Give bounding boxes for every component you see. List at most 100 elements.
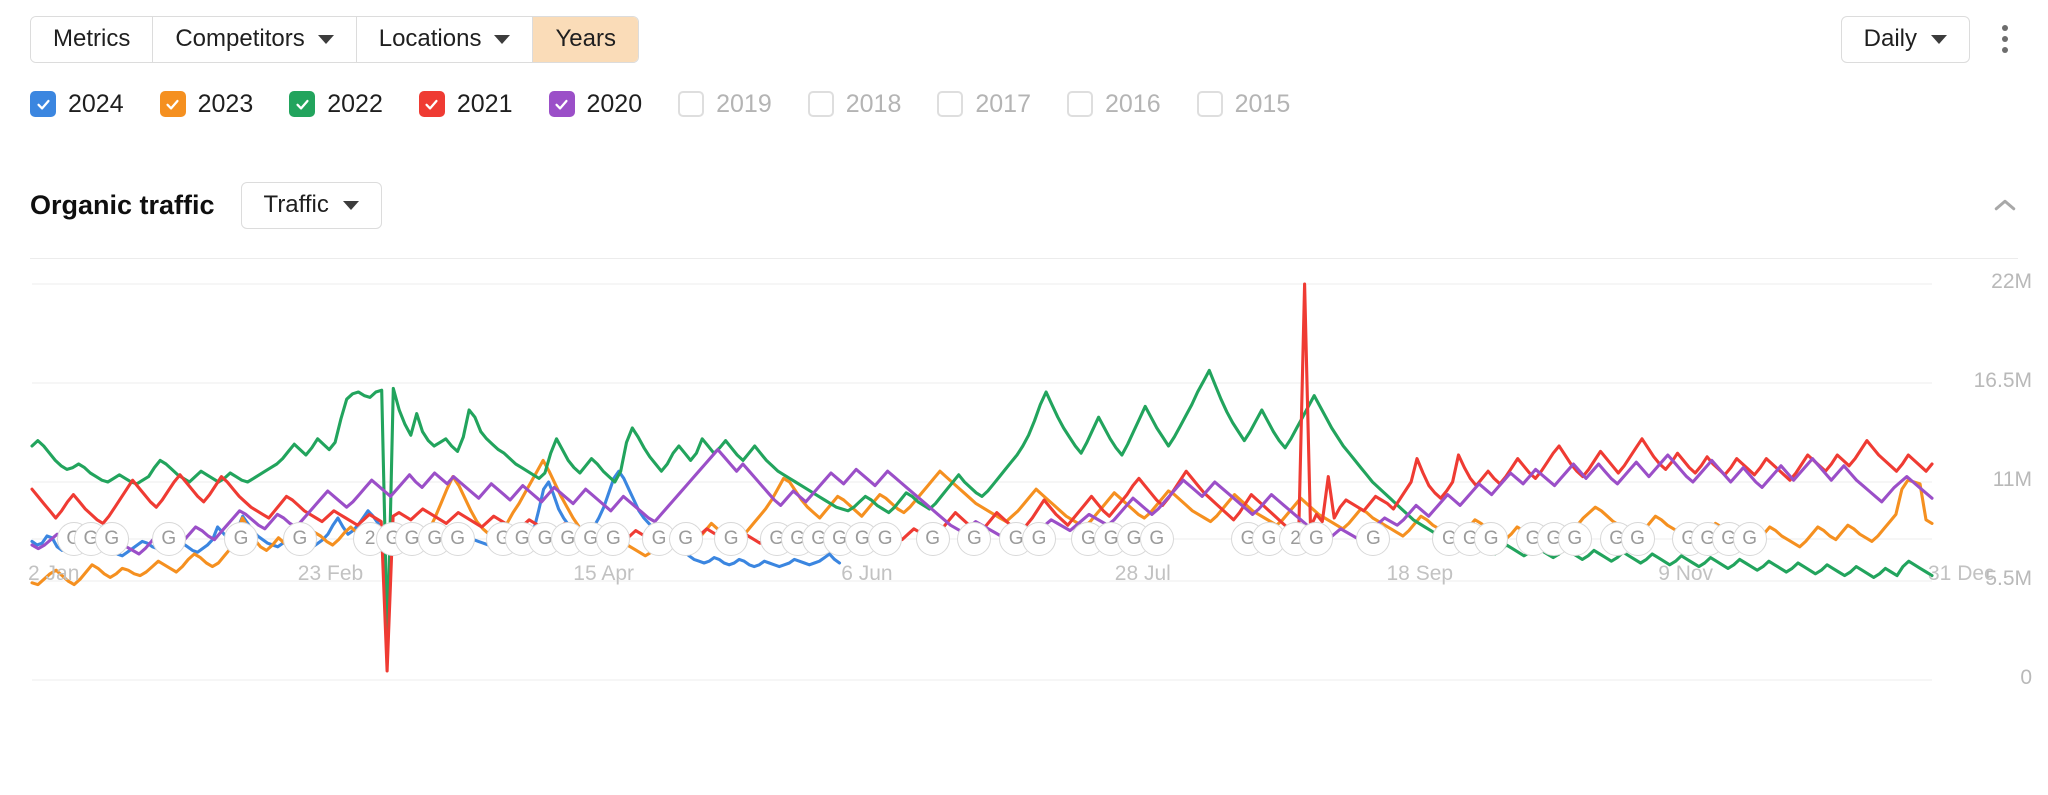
- x-axis-tick-label: 18 Sep: [1386, 562, 1454, 585]
- algorithm-update-marker-label: G: [1630, 528, 1645, 549]
- algorithm-update-marker[interactable]: G: [151, 522, 186, 556]
- algorithm-update-marker-label: G: [606, 528, 621, 549]
- y-axis-tick-label: 11M: [1992, 468, 2032, 491]
- chevron-down-icon: [1931, 34, 1947, 44]
- year-label: 2024: [68, 89, 124, 118]
- algorithm-update-marker-label: G: [877, 528, 893, 549]
- chart-toolbar: Metrics Competitors Locations Years Daily: [0, 0, 2048, 78]
- algorithm-update-marker[interactable]: G: [440, 522, 475, 556]
- year-checkbox-2020[interactable]: 2020: [548, 89, 643, 119]
- algorithm-update-marker[interactable]: G: [1474, 522, 1509, 556]
- algorithm-update-marker[interactable]: G: [1139, 522, 1174, 556]
- filter-tab-label: Metrics: [53, 25, 131, 52]
- algorithm-update-marker-label: G: [651, 528, 667, 549]
- algorithm-update-marker[interactable]: G: [714, 522, 749, 556]
- checkbox-unchecked-icon[interactable]: [937, 91, 964, 117]
- algorithm-update-marker[interactable]: G: [668, 522, 703, 556]
- collapse-section-button[interactable]: [1988, 188, 2022, 222]
- checkbox-unchecked-icon[interactable]: [678, 91, 705, 117]
- section-divider: [30, 258, 2018, 259]
- x-axis-tick-label: 23 Feb: [297, 562, 364, 585]
- algorithm-update-marker-label: G: [723, 528, 739, 549]
- section-header: Organic traffic Traffic: [0, 164, 2048, 246]
- more-options-button[interactable]: [1988, 19, 2022, 59]
- checkbox-checked-icon[interactable]: [289, 91, 316, 117]
- algorithm-update-marker-label: G: [104, 528, 120, 549]
- granularity-label: Daily: [1863, 25, 1917, 52]
- year-label: 2019: [716, 89, 772, 118]
- page-title: Organic traffic: [30, 189, 215, 220]
- year-checkbox-2015[interactable]: 2015: [1196, 89, 1291, 119]
- algorithm-update-marker[interactable]: G: [1732, 522, 1767, 556]
- algorithm-update-marker[interactable]: G: [868, 522, 903, 556]
- algorithm-update-marker-label: G: [450, 528, 465, 549]
- algorithm-update-marker-label: G: [233, 528, 249, 549]
- checkbox-unchecked-icon[interactable]: [807, 91, 834, 117]
- checkbox-unchecked-icon[interactable]: [1196, 91, 1223, 117]
- algorithm-update-marker[interactable]: G: [915, 522, 950, 556]
- algorithm-update-marker-label: G: [1483, 528, 1499, 549]
- filter-segmented-control: Metrics Competitors Locations Years: [30, 15, 639, 63]
- metric-dropdown-label: Traffic: [263, 191, 329, 218]
- year-checkbox-2023[interactable]: 2023: [159, 89, 254, 119]
- year-label: 2017: [975, 89, 1031, 118]
- x-axis-tick-label: 2 Jan: [28, 562, 80, 585]
- filter-tab-competitors[interactable]: Competitors: [153, 16, 357, 62]
- algorithm-update-marker-label: G: [1261, 528, 1277, 549]
- algorithm-update-marker[interactable]: G: [224, 522, 258, 556]
- x-axis-tick-label: 31 Dec: [1928, 562, 1995, 585]
- year-label: 2020: [586, 89, 643, 118]
- algorithm-update-marker[interactable]: G: [1557, 522, 1592, 556]
- year-checkbox-2017[interactable]: 2017: [937, 90, 1031, 119]
- algorithm-update-marker-label: G: [1742, 528, 1757, 549]
- x-axis-tick-label: 6 Jun: [841, 562, 893, 585]
- algorithm-update-marker-label: G: [678, 528, 693, 549]
- filter-tab-years[interactable]: Years: [533, 16, 638, 62]
- checkbox-checked-icon[interactable]: [548, 91, 575, 117]
- organic-traffic-chart: 22M 16.5M 11M 5.5M 0 2 Jan 23 Feb 15 Apr 6 Jun 2…: [0, 262, 2048, 795]
- checkbox-checked-icon[interactable]: [159, 91, 186, 117]
- year-label: 2022: [327, 89, 383, 118]
- year-checkbox-2024[interactable]: 2024: [30, 90, 124, 119]
- year-checkbox-2018[interactable]: 2018: [807, 89, 902, 119]
- kebab-dot: [2002, 25, 2008, 31]
- algorithm-update-marker-label: G: [1031, 528, 1047, 549]
- checkbox-unchecked-icon[interactable]: [1067, 91, 1093, 117]
- chevron-up-icon: [1994, 199, 2016, 211]
- algorithm-update-marker[interactable]: G: [1022, 522, 1056, 556]
- x-axis-tick-label: 15 Apr: [573, 562, 635, 585]
- toolbar-right-actions: Daily: [1840, 15, 2048, 63]
- metric-dropdown[interactable]: Traffic: [240, 181, 382, 229]
- algorithm-update-marker-label: G: [925, 528, 940, 549]
- algorithm-update-marker-label: G: [1149, 528, 1165, 549]
- checkbox-checked-icon[interactable]: [418, 91, 445, 117]
- chevron-down-icon: [317, 34, 334, 44]
- y-axis-tick-label: 0: [2020, 666, 2032, 689]
- algorithm-update-marker[interactable]: G: [1620, 522, 1655, 556]
- checkbox-checked-icon[interactable]: [30, 91, 56, 117]
- year-filter-row: 2024 2023 2022 2021 2020 2019 2018 2017 2016 2015: [0, 78, 2048, 130]
- year-label: 2023: [197, 89, 254, 118]
- series-line-2021: [30, 282, 1934, 673]
- filter-tab-label: Locations: [378, 25, 482, 52]
- algorithm-update-marker[interactable]: G: [94, 522, 129, 556]
- year-checkbox-2019[interactable]: 2019: [678, 90, 772, 119]
- algorithm-update-marker[interactable]: G: [282, 522, 317, 556]
- filter-tab-metrics[interactable]: Metrics: [31, 16, 154, 62]
- y-axis-tick-label: 16.5M: [1973, 369, 2032, 392]
- chevron-down-icon: [494, 34, 511, 44]
- organic-traffic-panel: Metrics Competitors Locations Years Daily 2…: [0, 0, 2048, 795]
- year-label: 2018: [845, 89, 902, 118]
- algorithm-update-marker-label: G: [161, 528, 177, 549]
- year-label: 2015: [1234, 89, 1291, 118]
- x-axis-tick-label: 28 Jul: [1114, 562, 1171, 585]
- year-checkbox-2016[interactable]: 2016: [1067, 90, 1161, 119]
- filter-tab-label: Years: [555, 25, 616, 52]
- x-axis-tick-label: 9 Nov: [1658, 562, 1714, 585]
- algorithm-update-marker-label: 2: [364, 528, 376, 549]
- filter-tab-locations[interactable]: Locations: [356, 16, 534, 62]
- granularity-dropdown[interactable]: Daily: [1840, 15, 1970, 63]
- year-checkbox-2022[interactable]: 2022: [289, 90, 383, 119]
- kebab-dot: [2002, 36, 2008, 42]
- year-checkbox-2021[interactable]: 2021: [418, 90, 513, 119]
